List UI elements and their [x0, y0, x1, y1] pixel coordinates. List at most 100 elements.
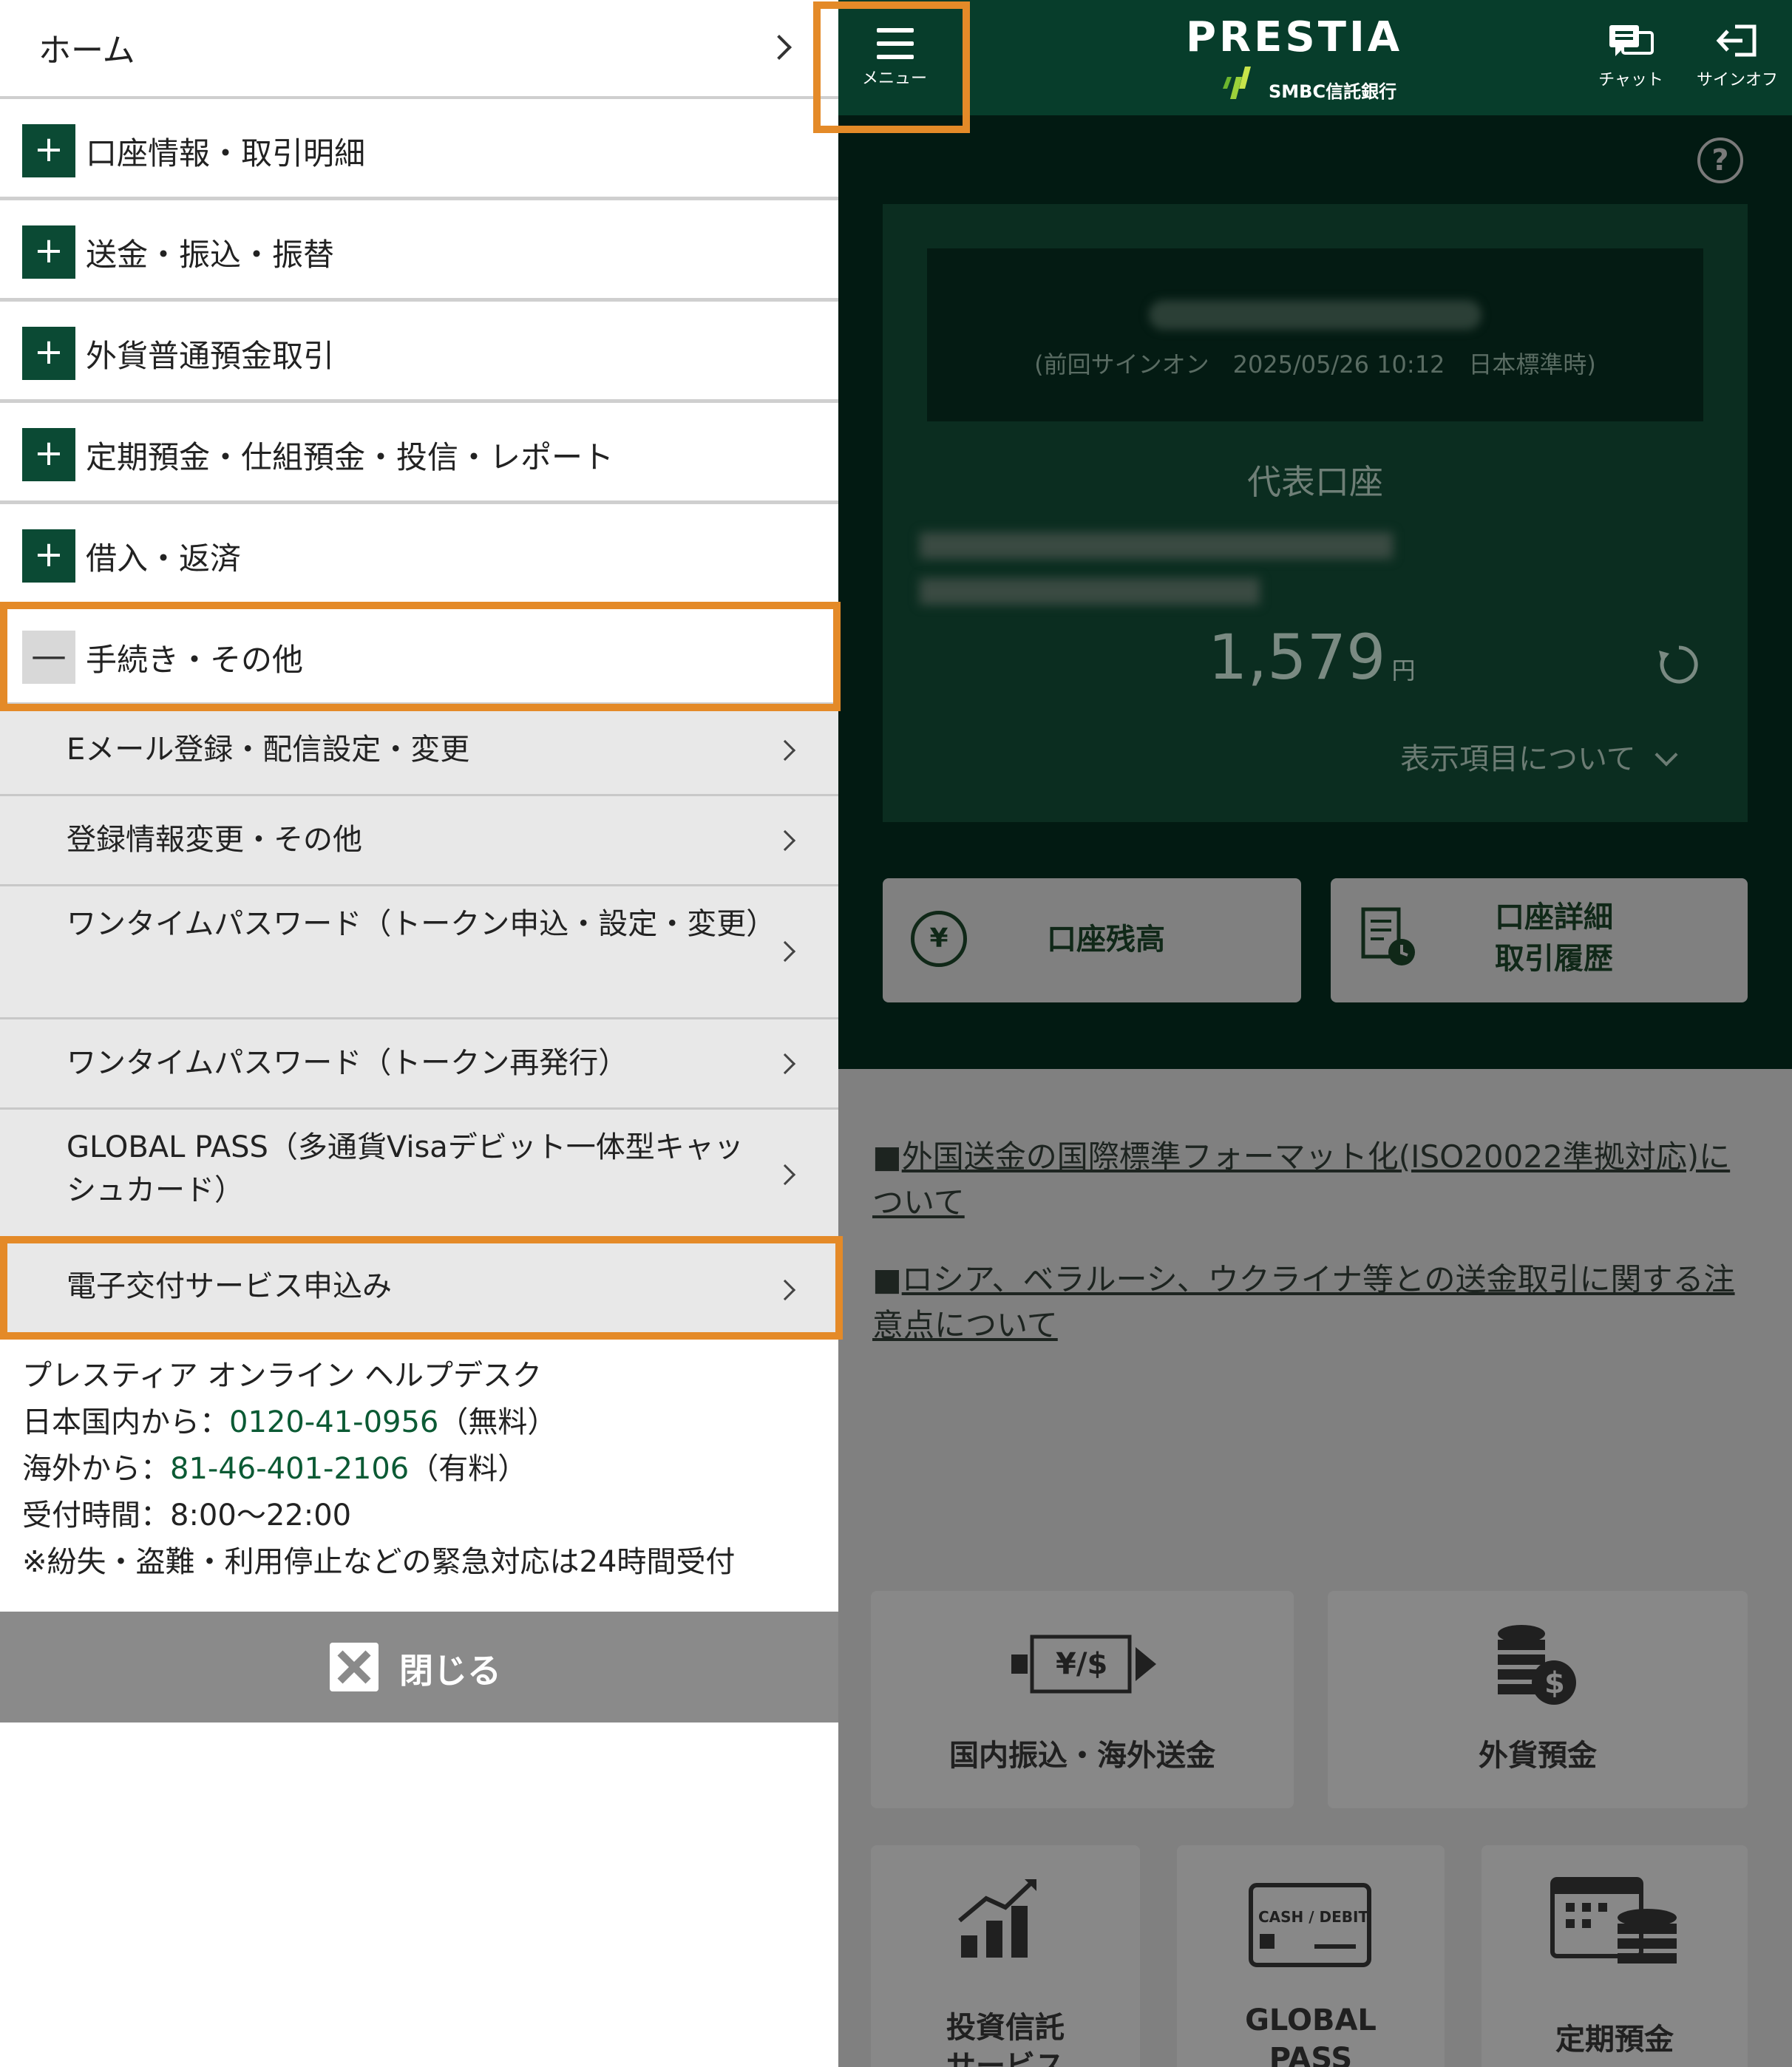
- representative-account-label: 代表口座: [1247, 462, 1383, 502]
- transfer-tile[interactable]: ¥/$ 国内振込・海外送金: [871, 1591, 1294, 1808]
- fx-deposit-label: 外貨預金: [1479, 1739, 1597, 1773]
- account-balance-button[interactable]: ¥ 口座残高: [883, 878, 1301, 1002]
- submenu-otp-apply[interactable]: ワンタイムパスワード（トークン申込・設定・変更）: [0, 886, 838, 1019]
- chevron-right-icon: [774, 1164, 796, 1186]
- signoff-icon: [1716, 24, 1757, 57]
- logo-mark-icon: [1223, 67, 1251, 99]
- logo-subtitle: SMBC信託銀行: [1269, 81, 1397, 102]
- notice-item: ■外国送金の国際標準フォーマット化(ISO20022準拠対応)について: [872, 1134, 1759, 1226]
- chat-button[interactable]: チャット: [1586, 22, 1675, 90]
- account-balance-label: 口座残高: [1047, 923, 1165, 957]
- helpdesk-domestic: 日本国内から：0120-41-0956（無料）: [22, 1405, 557, 1439]
- menu-category-label: 送金・振込・振替: [86, 237, 335, 273]
- investment-trust-tile[interactable]: 投資信託 サービス: [871, 1845, 1140, 2067]
- fx-deposit-tile[interactable]: $ 外貨預金: [1328, 1591, 1748, 1808]
- card-text: CASH / DEBIT: [1258, 1908, 1368, 1926]
- menu-button[interactable]: メニュー: [838, 0, 967, 115]
- menu-drawer: ホーム + 口座情報・取引明細 + 送金・振込・振替 + 外貨普通預金取引 + …: [0, 0, 838, 2067]
- plus-icon: +: [22, 529, 75, 583]
- time-deposit-tile[interactable]: 定期預金: [1482, 1845, 1748, 2067]
- menu-category-label: 口座情報・取引明細: [86, 135, 366, 172]
- transfer-label: 国内振込・海外送金: [949, 1739, 1215, 1773]
- menu-category-label: 借入・返済: [86, 540, 242, 577]
- blurred-customer-name: [1149, 300, 1482, 330]
- menu-category-loan[interactable]: + 借入・返済: [0, 504, 838, 605]
- close-icon: [330, 1643, 379, 1691]
- help-question-icon[interactable]: ?: [1697, 138, 1743, 183]
- notice-link-russia[interactable]: ロシア、ベラルーシ、ウクライナ等との送金取引に関する注意点について: [872, 1261, 1735, 1343]
- submenu-label: GLOBAL PASS（多通貨Visaデビット一体型キャッシュカード）: [67, 1130, 744, 1207]
- submenu-label: Eメール登録・配信設定・変更: [67, 733, 470, 767]
- helpdesk-note: ※紛失・盗難・利用停止などの緊急対応は24時間受付: [22, 1545, 736, 1579]
- submenu-label: 登録情報変更・その他: [67, 823, 362, 857]
- account-detail-button[interactable]: 口座詳細 取引履歴: [1331, 878, 1748, 1002]
- plus-icon: +: [22, 124, 75, 177]
- global-pass-tile[interactable]: CASH / DEBIT GLOBAL PASS: [1177, 1845, 1445, 2067]
- menu-home[interactable]: ホーム: [0, 0, 838, 99]
- notice-link-iso20022[interactable]: 外国送金の国際標準フォーマット化(ISO20022準拠対応)について: [872, 1138, 1730, 1221]
- menu-category-label: 手続き・その他: [86, 642, 304, 678]
- menu-category-transfer[interactable]: + 送金・振込・振替: [0, 200, 838, 302]
- account-detail-label-1: 口座詳細: [1495, 900, 1613, 934]
- overseas-tel-link[interactable]: 81-46-401-2106: [170, 1452, 409, 1486]
- currency-exchange-icon: ¥/$: [1011, 1635, 1156, 1694]
- account-card: (前回サインオン 2025/05/26 10:12 日本標準時) 代表口座 1,…: [883, 204, 1748, 822]
- app-header: メニュー PRESTIA SMBC信託銀行 チャット サインオフ: [838, 0, 1792, 115]
- menu-category-fx-savings[interactable]: + 外貨普通預金取引: [0, 302, 838, 403]
- domestic-tel-link[interactable]: 0120-41-0956: [229, 1405, 438, 1439]
- menu-category-label: 外貨普通預金取引: [86, 338, 335, 374]
- notice-item: ■ロシア、ベラルーシ、ウクライナ等との送金取引に関する注意点について: [872, 1257, 1759, 1348]
- signin-box: (前回サインオン 2025/05/26 10:12 日本標準時): [927, 248, 1703, 421]
- plus-icon: +: [22, 225, 75, 279]
- chat-icon: [1609, 25, 1654, 56]
- chevron-right-icon: [774, 739, 796, 761]
- coins-dollar-icon: $: [1498, 1625, 1576, 1705]
- chevron-right-icon: [774, 829, 796, 852]
- balance-amount: 1,579: [1208, 621, 1386, 693]
- svg-text:$: $: [1544, 1666, 1565, 1700]
- signoff-button[interactable]: サインオフ: [1693, 22, 1782, 90]
- calendar-coins-icon: [1550, 1877, 1677, 1964]
- chevron-right-icon: [774, 940, 796, 963]
- submenu-label: ワンタイムパスワード（トークン申込・設定・変更）: [67, 907, 776, 941]
- submenu-global-pass[interactable]: GLOBAL PASS（多通貨Visaデビット一体型キャッシュカード）: [0, 1110, 838, 1243]
- close-menu-button[interactable]: 閉じる: [0, 1612, 838, 1722]
- hamburger-icon: [877, 28, 914, 59]
- account-detail-label-2: 取引履歴: [1495, 942, 1613, 976]
- blurred-account-number: [920, 578, 1260, 605]
- time-deposit-label: 定期預金: [1555, 2023, 1674, 2057]
- chevron-right-icon: [774, 1053, 796, 1075]
- blurred-branch-info: [920, 532, 1393, 559]
- menu-label: メニュー: [861, 69, 927, 88]
- global-pass-label-2: PASS: [1269, 2042, 1353, 2067]
- menu-category-account-info[interactable]: + 口座情報・取引明細: [0, 99, 838, 200]
- notice-bullet: ■: [872, 1261, 902, 1297]
- minus-icon: —: [22, 631, 75, 684]
- plus-icon: +: [22, 327, 75, 380]
- investment-trust-label-2: サービス: [946, 2049, 1065, 2067]
- chevron-right-icon: [774, 1279, 796, 1301]
- helpdesk-info: プレスティア オンライン ヘルプデスク 日本国内から：0120-41-0956（…: [22, 1353, 821, 1586]
- chevron-right-icon: [767, 35, 792, 60]
- submenu-e-delivery[interactable]: 電子交付サービス申込み: [0, 1243, 838, 1339]
- submenu-registration-change[interactable]: 登録情報変更・その他: [0, 796, 838, 886]
- helpdesk-title: プレスティア オンライン ヘルプデスク: [22, 1359, 543, 1393]
- display-items-label: 表示項目について: [1400, 742, 1636, 776]
- menu-category-procedures[interactable]: — 手続き・その他: [0, 605, 838, 706]
- signoff-label: サインオフ: [1696, 71, 1778, 89]
- menu-home-label: ホーム: [38, 32, 135, 69]
- account-balance: 1,579 円: [1208, 621, 1416, 693]
- chevron-down-icon: [1654, 743, 1678, 767]
- debit-card-icon: CASH / DEBIT: [1249, 1883, 1371, 1967]
- chat-label: チャット: [1598, 71, 1663, 89]
- refresh-icon[interactable]: [1657, 643, 1700, 686]
- submenu-email-settings[interactable]: Eメール登録・配信設定・変更: [0, 706, 838, 796]
- display-items-toggle[interactable]: 表示項目について: [1400, 735, 1678, 778]
- submenu-label: 電子交付サービス申込み: [67, 1269, 392, 1303]
- helpdesk-hours: 受付時間：8:00～22:00: [22, 1499, 352, 1533]
- balance-currency: 円: [1391, 656, 1416, 685]
- menu-category-time-deposit[interactable]: + 定期預金・仕組預金・投信・レポート: [0, 403, 838, 504]
- submenu-otp-reissue[interactable]: ワンタイムパスワード（トークン再発行）: [0, 1019, 838, 1110]
- investment-trust-label-1: 投資信託: [946, 2011, 1065, 2045]
- bar-chart-up-icon: [958, 1879, 1036, 1958]
